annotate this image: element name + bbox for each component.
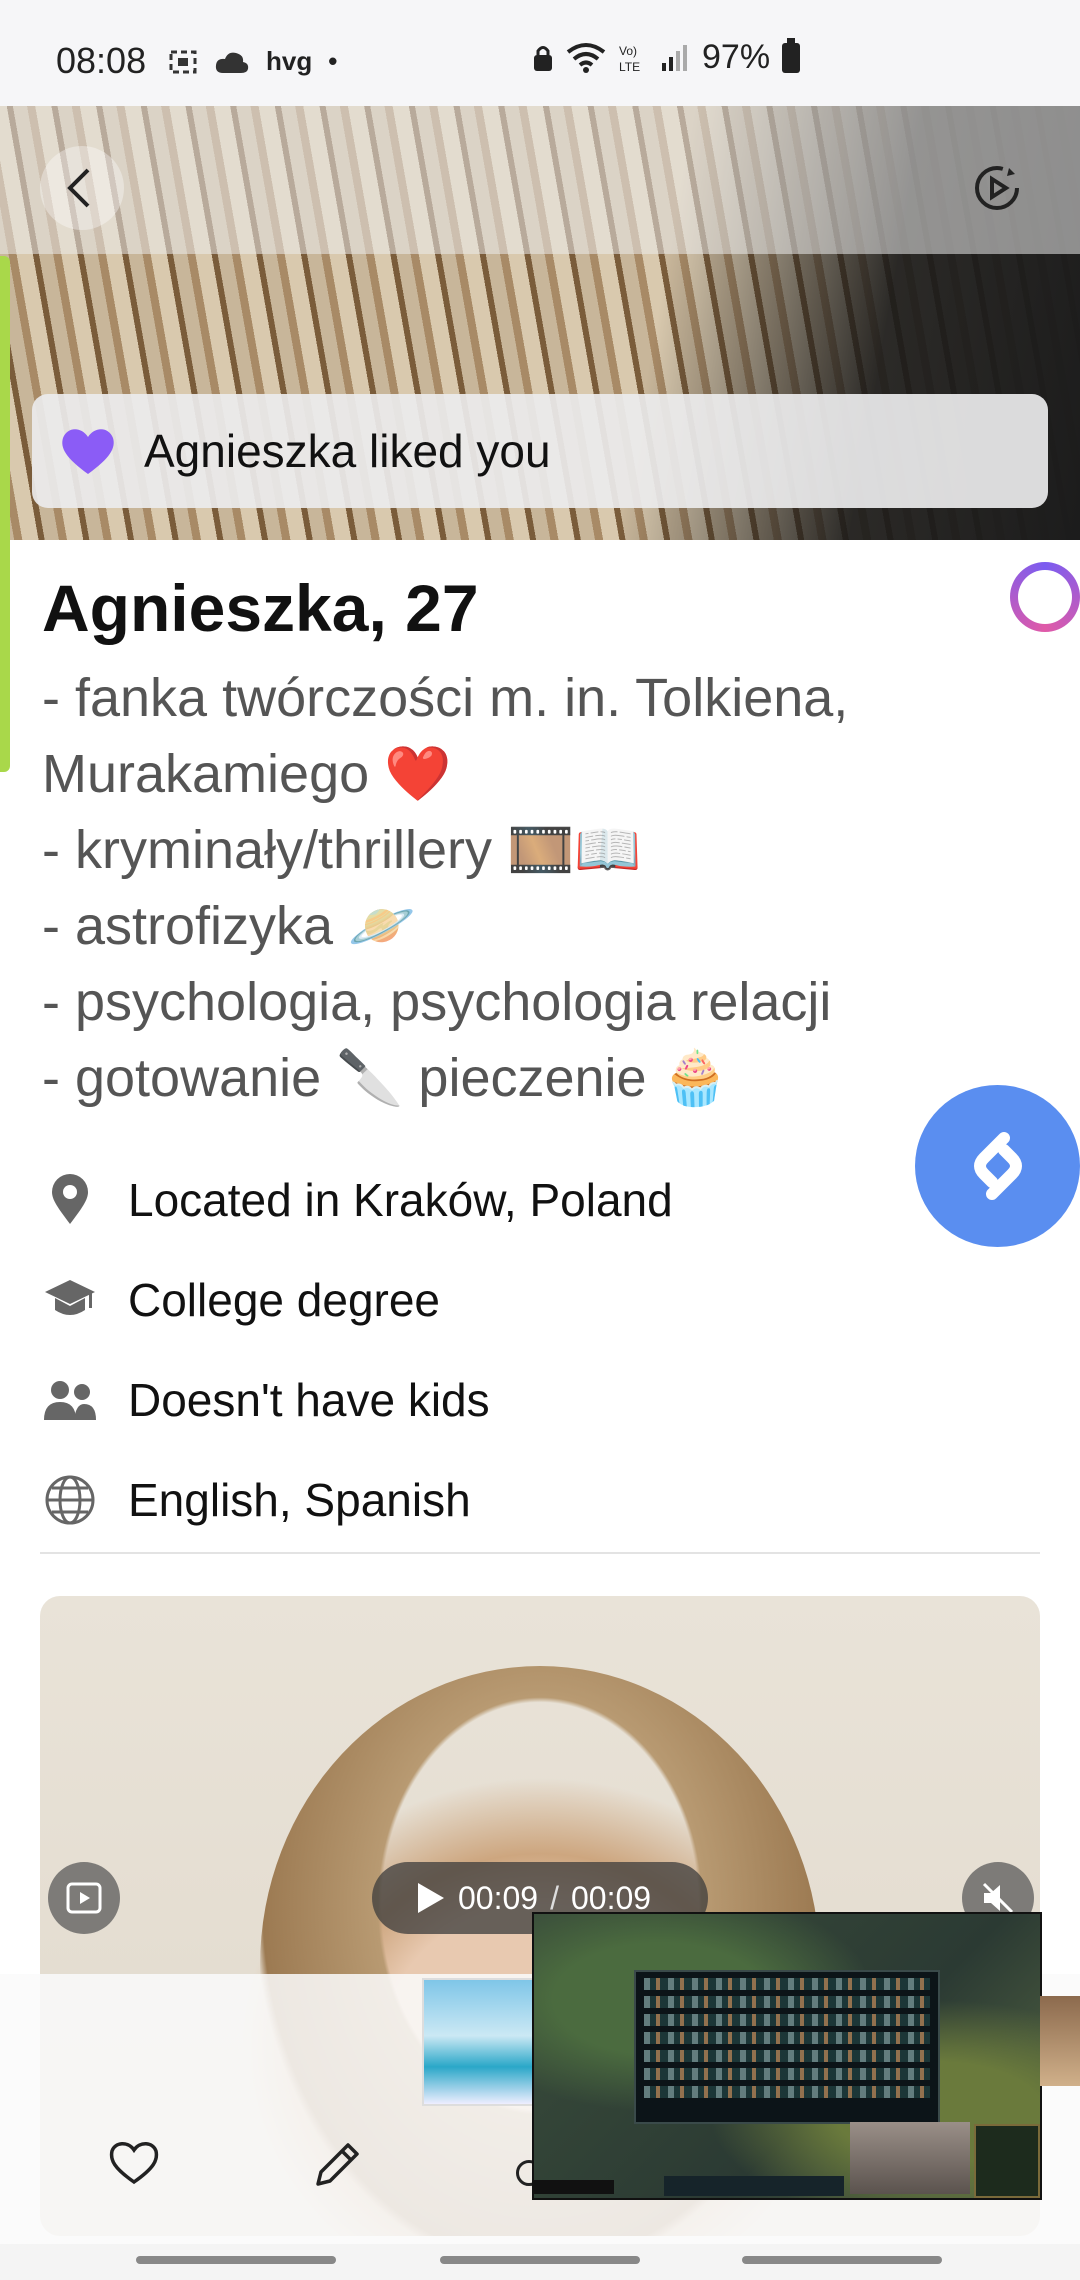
side-panel-peek[interactable] [1040,1996,1080,2086]
game-scoreboard-panel [634,1970,940,2124]
heart-outline-icon [109,2142,159,2185]
notification-dot: • [328,46,338,76]
location-pin-icon [40,1170,100,1230]
section-divider [40,1552,1040,1554]
pencil-icon [316,2143,359,2186]
bio-line: - fanka twórczości m. in. Tolkiena, [42,668,849,728]
fact-languages: English, Spanish [40,1450,1040,1550]
media-thumbnail[interactable] [422,1978,538,2106]
svg-text:Vo): Vo) [619,44,637,58]
carrier-label: hvg [266,46,313,76]
fact-text: Located in Kraków, Poland [128,1174,673,1226]
game-minimap [974,2124,1040,2198]
fact-location: Located in Kraków, Poland [40,1150,1040,1250]
heart-icon [62,429,114,474]
back-button[interactable] [40,146,124,230]
battery-level: 97% [702,38,771,76]
signal-icon [662,44,687,71]
profile-bio: - fanka twórczości m. in. Tolkiena, Mura… [42,660,942,1116]
fact-kids: Doesn't have kids [40,1350,1040,1450]
liked-you-banner: Agnieszka liked you [32,394,1048,508]
globe-icon [40,1470,100,1530]
bio-line: - astrofizyka 🪐 [42,896,416,956]
floating-game-stream-window[interactable] [532,1912,1042,2200]
liked-you-text: Agnieszka liked you [144,425,551,477]
profile-facts: Located in Kraków, Poland College degree… [40,1150,1040,1550]
nav-recents-button[interactable] [136,2256,336,2264]
photo-top-overlay [0,106,1080,254]
game-stream-tag [534,2180,614,2194]
nav-back-button[interactable] [742,2256,942,2264]
fact-text: Doesn't have kids [128,1374,490,1426]
streamer-webcam [850,2122,970,2194]
status-icons-left: hvg • [168,46,337,77]
status-icons-right: Vo) LTE 97% [532,37,801,77]
profile-name-age: Agnieszka, 27 [42,571,479,645]
fact-text: English, Spanish [128,1474,471,1526]
graduation-cap-icon [40,1270,100,1330]
replay-video-icon [975,166,1019,210]
volte-icon: Vo) LTE [619,44,640,74]
nav-home-button[interactable] [440,2256,640,2264]
fact-text: College degree [128,1274,441,1326]
status-bar: 08:08 hvg • Vo) LTE 97% [0,0,1080,106]
bio-line: - kryminały/thrillery 🎞️📖 [42,820,642,880]
cloud-icon [215,52,249,73]
battery-icon [782,37,801,73]
game-hud [664,2176,844,2196]
bio-line: - gotowanie 🔪 pieczenie 🧁 [42,1048,729,1108]
side-edge-handle[interactable] [0,256,10,772]
play-icon [418,1883,444,1913]
video-current-time: 00:09 [458,1879,539,1916]
like-button[interactable] [108,2140,160,2191]
time-separator: / [550,1879,559,1916]
video-duration: 00:09 [570,1879,652,1916]
people-icon [40,1370,100,1430]
back-arrow-icon [67,168,90,208]
profile-photo[interactable]: Agnieszka liked you [0,106,1080,540]
edit-button[interactable] [312,2140,362,2195]
wifi-icon [566,42,606,73]
screenshot-icon [169,50,197,73]
bio-line: - psychologia, psychologia relacji [42,972,832,1032]
svg-text:LTE: LTE [619,60,640,74]
replay-video-button[interactable] [955,146,1039,230]
vpn-lock-icon [534,45,552,71]
bio-line: Murakamiego ❤️ [42,744,452,804]
picture-in-picture-icon [66,1882,102,1914]
picture-in-picture-button[interactable] [48,1862,120,1934]
fact-education: College degree [40,1250,1040,1350]
status-time: 08:08 [56,40,147,81]
floating-bubble[interactable] [1010,562,1080,632]
